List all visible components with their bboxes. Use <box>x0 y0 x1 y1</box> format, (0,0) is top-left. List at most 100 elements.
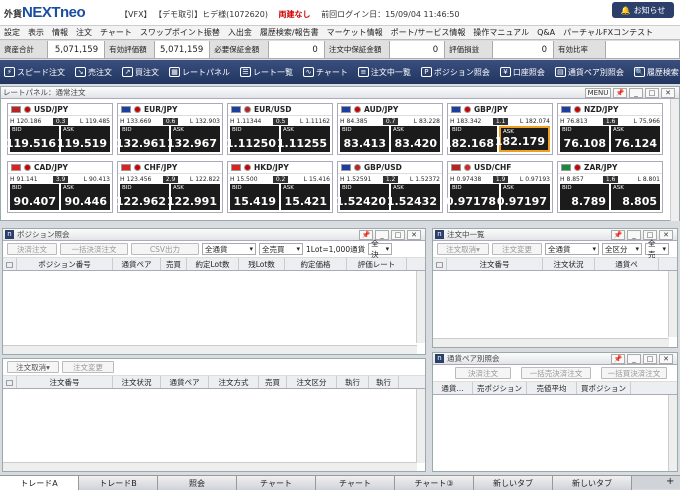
rate-card[interactable]: CHF/JPY H 123.456 2.9 L 122.822 BID 122.9… <box>116 161 223 213</box>
settle-order-button[interactable]: 決済注文 <box>455 367 511 379</box>
rate-card[interactable]: NZD/JPY H 76.813 1.6 L 75.966 BID 76.108 … <box>557 103 663 155</box>
menu-item[interactable]: 表示 <box>28 27 44 38</box>
toolbar-button[interactable]: 🔍 履歴検索 <box>633 67 679 78</box>
menu-item[interactable]: 履歴検索/報告書 <box>260 27 319 38</box>
toolbar-button[interactable]: ¥ 口座照会 <box>499 67 545 78</box>
order-list-hscroll[interactable] <box>433 338 669 347</box>
column-header[interactable]: 約定価格 <box>285 258 347 270</box>
workspace-tab[interactable]: チャート <box>316 476 395 490</box>
modify-order-button[interactable]: 注文変更 <box>492 243 542 255</box>
ask-button[interactable]: ASK 76.124 <box>611 126 660 152</box>
modify-order-button[interactable]: 注文変更 <box>62 361 114 373</box>
menu-item[interactable]: 操作マニュアル <box>473 27 529 38</box>
menu-item[interactable]: チャート <box>100 27 132 38</box>
column-header[interactable]: 執行 <box>369 376 399 388</box>
order-hscroll[interactable] <box>3 462 417 471</box>
rate-card[interactable]: CAD/JPY H 91.141 3.9 L 90.413 BID 90.407 … <box>7 161 113 213</box>
minimize-icon[interactable]: _ <box>627 354 641 364</box>
ask-button[interactable]: ASK 1.11255 <box>277 126 330 152</box>
rate-card[interactable]: EUR/JPY H 133.669 0.6 L 132.903 BID 132.9… <box>116 103 223 155</box>
pin-icon[interactable]: 📌 <box>611 354 625 364</box>
menu-item[interactable]: 設定 <box>4 27 20 38</box>
rate-card[interactable]: HKD/JPY H 15.500 0.2 L 15.416 BID 15.419 … <box>227 161 333 213</box>
maximize-icon[interactable]: □ <box>391 230 405 240</box>
column-header[interactable]: 注文状況 <box>113 376 161 388</box>
ask-button[interactable]: ASK 8.805 <box>611 184 660 210</box>
column-header[interactable]: 注文状況 <box>543 258 595 270</box>
column-header[interactable]: 買ポジション <box>577 382 631 394</box>
side-filter-select[interactable]: 全売買 <box>259 243 303 255</box>
menu-item[interactable]: Q&A <box>537 28 555 37</box>
ask-button[interactable]: ASK 90.446 <box>61 184 110 210</box>
workspace-tab[interactable]: 照会 <box>158 476 237 490</box>
workspace-tab[interactable]: 新しいタブ <box>474 476 553 490</box>
maximize-icon[interactable]: □ <box>643 354 657 364</box>
workspace-tab[interactable]: 新しいタブ <box>553 476 632 490</box>
ask-button[interactable]: ASK 1.52432 <box>387 184 440 210</box>
bid-button[interactable]: BID 1.11250 <box>226 126 279 152</box>
column-header[interactable]: 売買 <box>161 258 187 270</box>
column-header[interactable]: ポジション番号 <box>17 258 113 270</box>
rate-card[interactable]: USD/CHF H 0.97438 1.9 L 0.97193 BID 0.971… <box>446 161 553 213</box>
pin-icon[interactable]: 📌 <box>611 230 625 240</box>
toolbar-button[interactable]: ▤ 通貨ペア別照会 <box>554 67 624 78</box>
bid-button[interactable]: BID 122.962 <box>116 184 169 210</box>
toolbar-button[interactable]: ≡ 注文中一覧 <box>357 67 411 78</box>
type-filter-select[interactable]: 全区分 <box>602 243 642 255</box>
column-header[interactable]: 注文番号 <box>447 258 543 270</box>
rate-card[interactable]: GBP/JPY H 183.342 1.1 L 182.074 BID 182.1… <box>444 103 553 155</box>
ask-button[interactable]: ASK 83.420 <box>391 126 440 152</box>
csv-export-button[interactable]: CSV出力 <box>131 243 199 255</box>
order-vscroll[interactable] <box>416 389 425 463</box>
workspace-tab[interactable]: トレードB <box>79 476 158 490</box>
rate-card[interactable]: GBP/USD H 1.52591 1.2 L 1.52372 BID 1.524… <box>336 161 443 213</box>
ask-button[interactable]: ASK 182.179 <box>495 126 550 152</box>
settle-order-button[interactable]: 決済注文 <box>7 243 57 255</box>
ask-button[interactable]: ASK 132.967 <box>167 126 220 152</box>
position-hscroll[interactable] <box>3 345 417 354</box>
menu-item[interactable]: パーチャルFXコンテスト <box>563 27 653 38</box>
toolbar-button[interactable]: ↗ 買注文 <box>122 67 159 78</box>
notice-button[interactable]: 🔔 お知らせ <box>612 2 674 18</box>
column-header[interactable]: 残Lot数 <box>239 258 285 270</box>
menu-item[interactable]: 入出金 <box>228 27 252 38</box>
column-header[interactable]: 通貨ペア <box>161 376 209 388</box>
column-header[interactable]: 通貨... <box>433 382 473 394</box>
pair-vscroll[interactable] <box>668 395 677 471</box>
close-icon[interactable]: ✕ <box>661 88 675 98</box>
toolbar-button[interactable]: ☰ レート一覧 <box>240 67 293 78</box>
select-all-checkbox[interactable]: □ <box>3 376 17 388</box>
rate-card[interactable]: USD/JPY H 120.186 0.3 L 119.485 BID 119.5… <box>6 103 113 155</box>
order-list-vscroll[interactable] <box>668 271 677 337</box>
currency-filter-select[interactable]: 全通貨 <box>202 243 256 255</box>
settle-filter-select[interactable]: 全決 <box>368 239 393 259</box>
side-filter-select[interactable]: 全売 <box>645 239 669 259</box>
add-tab-icon[interactable]: + <box>666 476 674 487</box>
rate-panel-menu-button[interactable]: MENU <box>585 88 611 98</box>
toolbar-button[interactable]: ↘ 売注文 <box>75 67 112 78</box>
bid-button[interactable]: BID 83.413 <box>340 126 389 152</box>
column-header[interactable]: 売ポジション <box>473 382 527 394</box>
select-all-checkbox[interactable]: □ <box>433 258 447 270</box>
close-icon[interactable]: ✕ <box>407 230 421 240</box>
cancel-order-button[interactable]: 注文取消 ▾ <box>7 361 59 373</box>
pin-icon[interactable]: 📌 <box>613 88 627 98</box>
rate-card[interactable]: ZAR/JPY H 8.857 1.6 L 8.801 BID 8.789 ASK… <box>557 161 663 213</box>
minimize-icon[interactable]: _ <box>627 230 641 240</box>
column-header[interactable]: 注文区分 <box>287 376 337 388</box>
toolbar-button[interactable]: ∿ チャート <box>303 67 348 78</box>
close-icon[interactable]: ✕ <box>659 230 673 240</box>
position-vscroll[interactable] <box>416 271 425 343</box>
column-header[interactable]: 通貨ペア <box>113 258 161 270</box>
bid-button[interactable]: BID 1.52420 <box>336 184 389 210</box>
toolbar-button[interactable]: P ポジション照会 <box>420 67 490 78</box>
bulk-buy-settle-button[interactable]: 一括買決済注文 <box>601 367 667 379</box>
rate-panel-scrollbar[interactable] <box>670 99 679 221</box>
ask-button[interactable]: ASK 15.421 <box>281 184 330 210</box>
bid-button[interactable]: BID 182.168 <box>444 126 497 152</box>
select-all-checkbox[interactable]: □ <box>3 258 17 270</box>
close-icon[interactable]: ✕ <box>659 354 673 364</box>
workspace-tab[interactable]: トレードA <box>0 476 79 490</box>
bid-button[interactable]: BID 0.97178 <box>446 184 499 210</box>
bid-button[interactable]: BID 132.961 <box>116 126 169 152</box>
